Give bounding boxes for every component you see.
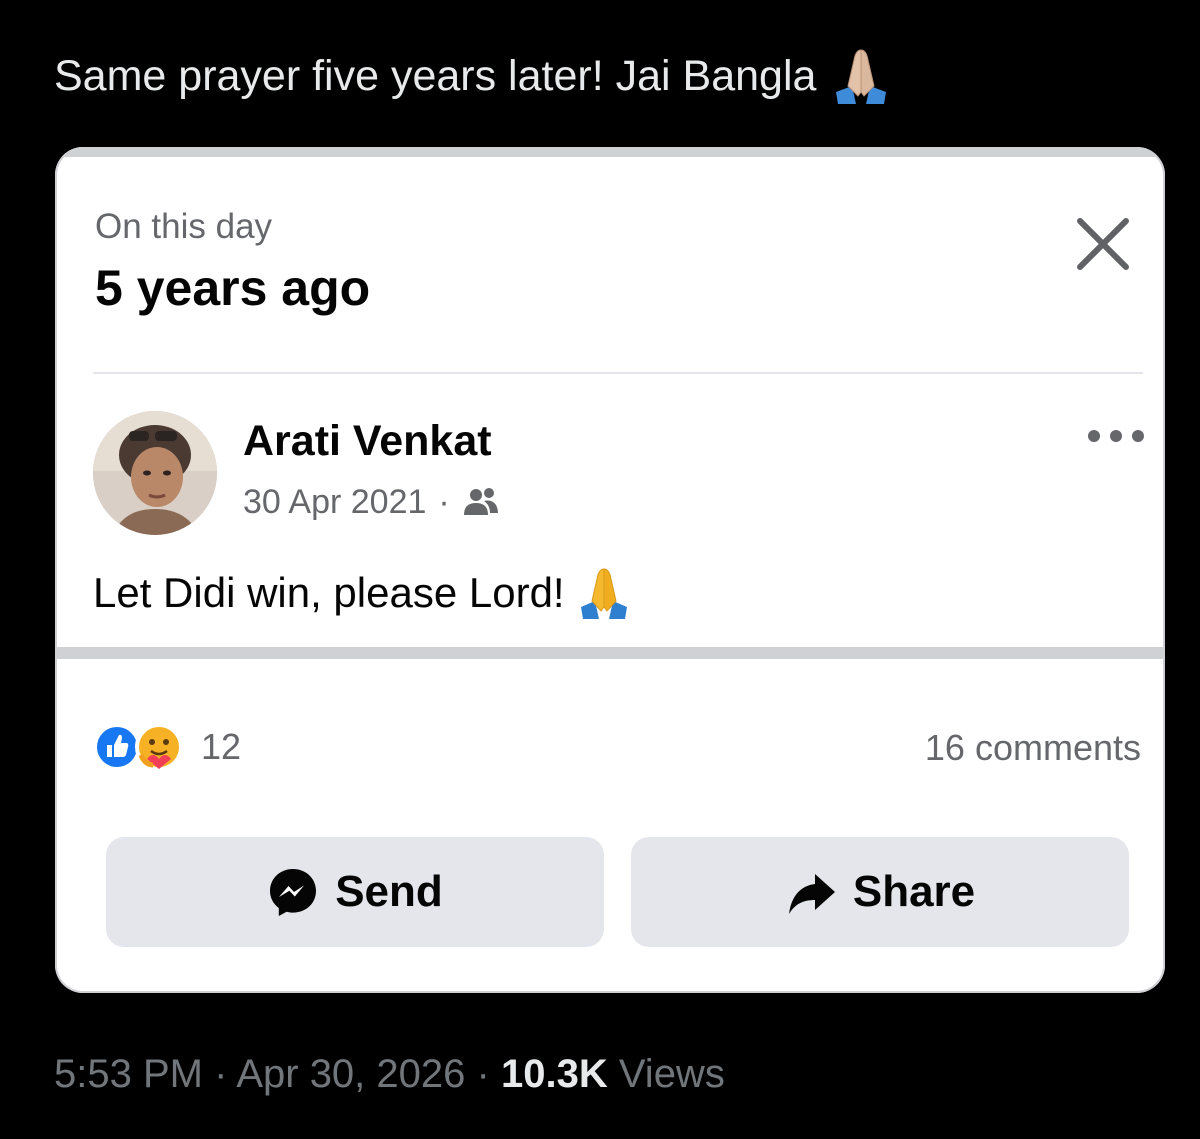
more-options-icon[interactable] xyxy=(1085,423,1147,449)
section-divider xyxy=(55,647,1165,659)
memory-card: On this day 5 years ago Arati Venkat 30 … xyxy=(55,147,1165,993)
tweet-time[interactable]: 5:53 PM xyxy=(54,1052,203,1096)
care-reaction-icon xyxy=(135,723,183,771)
footer-separator: · xyxy=(214,1052,228,1096)
post-meta: 30 Apr 2021 · xyxy=(243,483,500,522)
meta-separator: · xyxy=(438,483,450,521)
reactions-summary[interactable]: 12 xyxy=(91,721,241,773)
author-name[interactable]: Arati Venkat xyxy=(243,417,492,466)
views-count: 10.3K xyxy=(500,1052,608,1096)
divider xyxy=(93,372,1143,374)
views-label: Views xyxy=(618,1052,725,1096)
send-button-label: Send xyxy=(335,867,443,916)
comments-count[interactable]: 16 comments xyxy=(925,727,1141,769)
like-reaction-icon xyxy=(93,723,141,771)
post-date[interactable]: 30 Apr 2021 xyxy=(243,483,426,522)
post-text-content: Let Didi win, please Lord! xyxy=(93,569,565,616)
share-button-label: Share xyxy=(852,867,976,916)
card-title: 5 years ago xyxy=(95,260,371,316)
messenger-icon xyxy=(270,869,317,916)
folded-hands-emoji-icon xyxy=(836,49,887,104)
share-button[interactable]: Share xyxy=(631,837,1129,947)
tweet-footer: 5:53 PM · Apr 30, 2026 · 10.3K Views xyxy=(54,1052,725,1097)
share-arrow-icon xyxy=(788,874,835,914)
card-subtitle: On this day xyxy=(95,207,273,246)
tweet-text: Same prayer five years later! Jai Bangla xyxy=(54,46,894,106)
footer-separator: · xyxy=(476,1052,490,1096)
avatar-image xyxy=(93,411,217,535)
post-text: Let Didi win, please Lord! xyxy=(93,565,633,621)
reaction-count: 12 xyxy=(201,726,242,767)
reaction-icons xyxy=(93,723,183,771)
send-button[interactable]: Send xyxy=(106,837,604,947)
tweet-text-content: Same prayer five years later! Jai Bangla xyxy=(54,52,817,100)
tweet-date[interactable]: Apr 30, 2026 xyxy=(236,1052,465,1096)
avatar[interactable] xyxy=(93,411,217,535)
card-top-border xyxy=(55,147,1165,157)
folded-hands-emoji-icon xyxy=(580,568,627,619)
close-icon[interactable] xyxy=(1070,211,1136,277)
friends-icon xyxy=(463,487,498,515)
